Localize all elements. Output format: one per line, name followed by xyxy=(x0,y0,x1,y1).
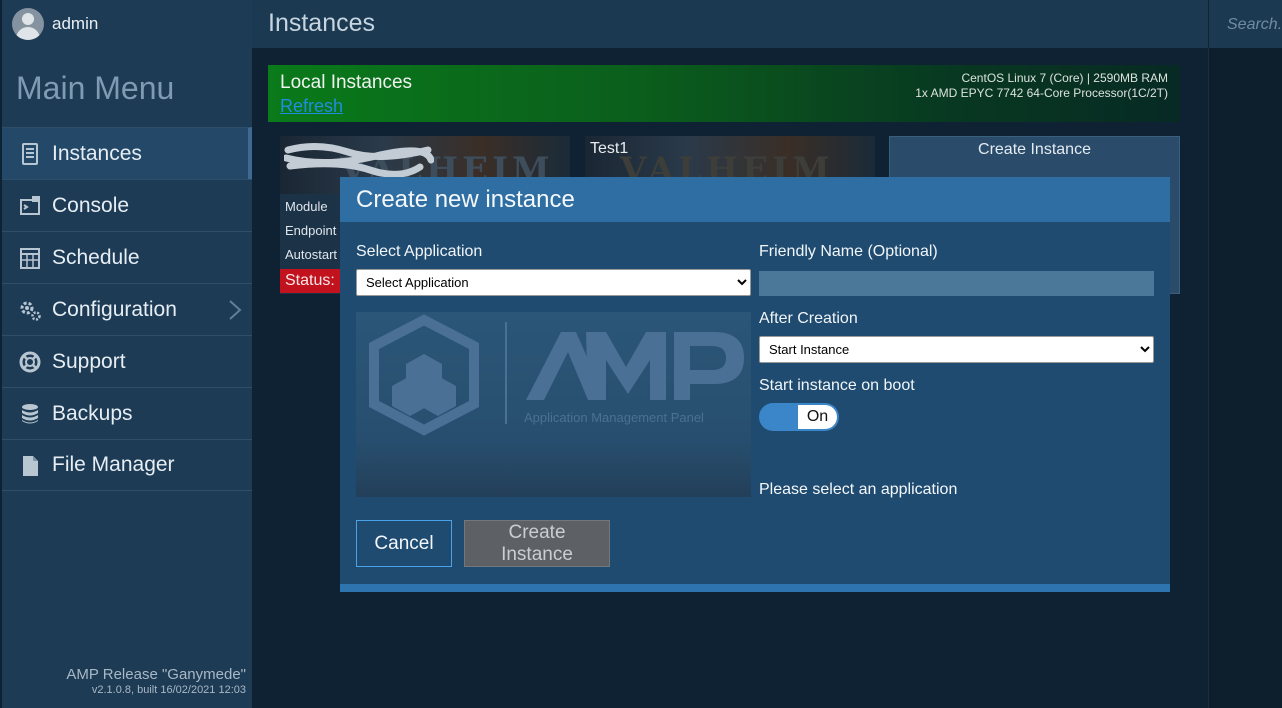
calendar-icon xyxy=(20,248,40,269)
sidebar-item-support[interactable]: Support xyxy=(2,335,252,387)
sidebar-item-label: Support xyxy=(52,349,126,373)
sidebar-item-schedule[interactable]: Schedule xyxy=(2,231,252,283)
select-application-label: Select Application xyxy=(356,243,483,260)
database-icon xyxy=(22,404,38,424)
sidebar-item-instances[interactable]: Instances xyxy=(2,127,252,179)
create-instance-button[interactable]: Create Instance xyxy=(464,520,610,567)
dialog-footer-bar xyxy=(340,584,1170,592)
start-on-boot-label: Start instance on boot xyxy=(759,377,915,394)
sidebar-item-label: Instances xyxy=(52,141,142,165)
sidebar-item-label: File Manager xyxy=(52,453,175,476)
amp-logo: Application Management Panel xyxy=(369,314,744,436)
refresh-link[interactable]: Refresh xyxy=(280,96,343,117)
file-icon xyxy=(23,456,38,476)
system-info-cpu: 1x AMD EPYC 7742 64-Core Processor(1C/2T… xyxy=(915,86,1168,100)
sidebar: admin Main Menu Instances Console Schedu… xyxy=(0,0,252,708)
chevron-right-icon[interactable] xyxy=(228,298,242,322)
build-info: v2.1.0.8, built 16/02/2021 12:03 xyxy=(91,684,246,696)
search-area xyxy=(1208,0,1282,48)
username[interactable]: admin xyxy=(52,14,98,34)
amp-logo-caption: Application Management Panel xyxy=(524,410,704,425)
autostart-label: Autostart xyxy=(285,247,338,262)
instance-name: Test1 xyxy=(590,140,629,157)
sidebar-item-label: Schedule xyxy=(52,245,140,269)
page-title: Instances xyxy=(268,9,376,37)
sidebar-item-configuration[interactable]: Configuration xyxy=(2,283,252,335)
sidebar-item-label: Backups xyxy=(52,401,133,425)
main-menu-title: Main Menu xyxy=(16,70,175,106)
sidebar-item-console[interactable]: Console xyxy=(2,179,252,231)
local-instances-title: Local Instances xyxy=(280,72,413,93)
system-info: CentOS Linux 7 (Core) | 2590MB RAM 1x AM… xyxy=(915,71,1168,101)
dialog-header: Create new instance xyxy=(340,177,1170,222)
create-instance-dialog: Create new instance Select Application S… xyxy=(340,177,1170,592)
dialog-title: Create new instance xyxy=(356,186,575,213)
application-select[interactable]: Select Application xyxy=(356,269,751,296)
sidebar-item-backups[interactable]: Backups xyxy=(2,387,252,439)
validation-message: Please select an application xyxy=(759,481,958,498)
search-input[interactable] xyxy=(1225,12,1282,38)
friendly-name-input[interactable] xyxy=(759,271,1154,296)
sidebar-item-label: Console xyxy=(52,193,130,217)
after-creation-select[interactable]: Start Instance xyxy=(759,336,1154,363)
after-creation-label: After Creation xyxy=(759,310,858,327)
toggle-state: On xyxy=(798,405,837,429)
console-icon xyxy=(20,196,40,215)
create-instance-card-label: Create Instance xyxy=(978,141,1091,158)
user-bar[interactable]: admin xyxy=(2,0,252,48)
friendly-name-label: Friendly Name (Optional) xyxy=(759,243,938,260)
redaction-scribble xyxy=(284,143,434,178)
main-nav: Instances Console Schedule Configuration… xyxy=(2,127,252,491)
server-icon xyxy=(22,143,38,165)
cancel-button[interactable]: Cancel xyxy=(356,520,452,567)
lifebuoy-icon xyxy=(19,351,41,373)
release-name: AMP Release "Ganymede" xyxy=(66,666,246,683)
gears-icon xyxy=(20,301,41,321)
start-on-boot-toggle[interactable]: On xyxy=(759,403,839,431)
avatar[interactable] xyxy=(12,8,44,40)
application-logo-placeholder: Application Management Panel xyxy=(356,312,751,497)
right-panel xyxy=(1208,48,1282,708)
system-info-os: CentOS Linux 7 (Core) | 2590MB RAM xyxy=(961,71,1168,85)
sidebar-item-file-manager[interactable]: File Manager xyxy=(2,439,252,491)
endpoint-label: Endpoint xyxy=(285,223,337,238)
module-label: Module xyxy=(285,199,328,214)
top-bar: Instances xyxy=(252,0,1208,48)
sidebar-item-label: Configuration xyxy=(52,297,177,321)
local-instances-banner: Local Instances Refresh CentOS Linux 7 (… xyxy=(268,65,1180,122)
